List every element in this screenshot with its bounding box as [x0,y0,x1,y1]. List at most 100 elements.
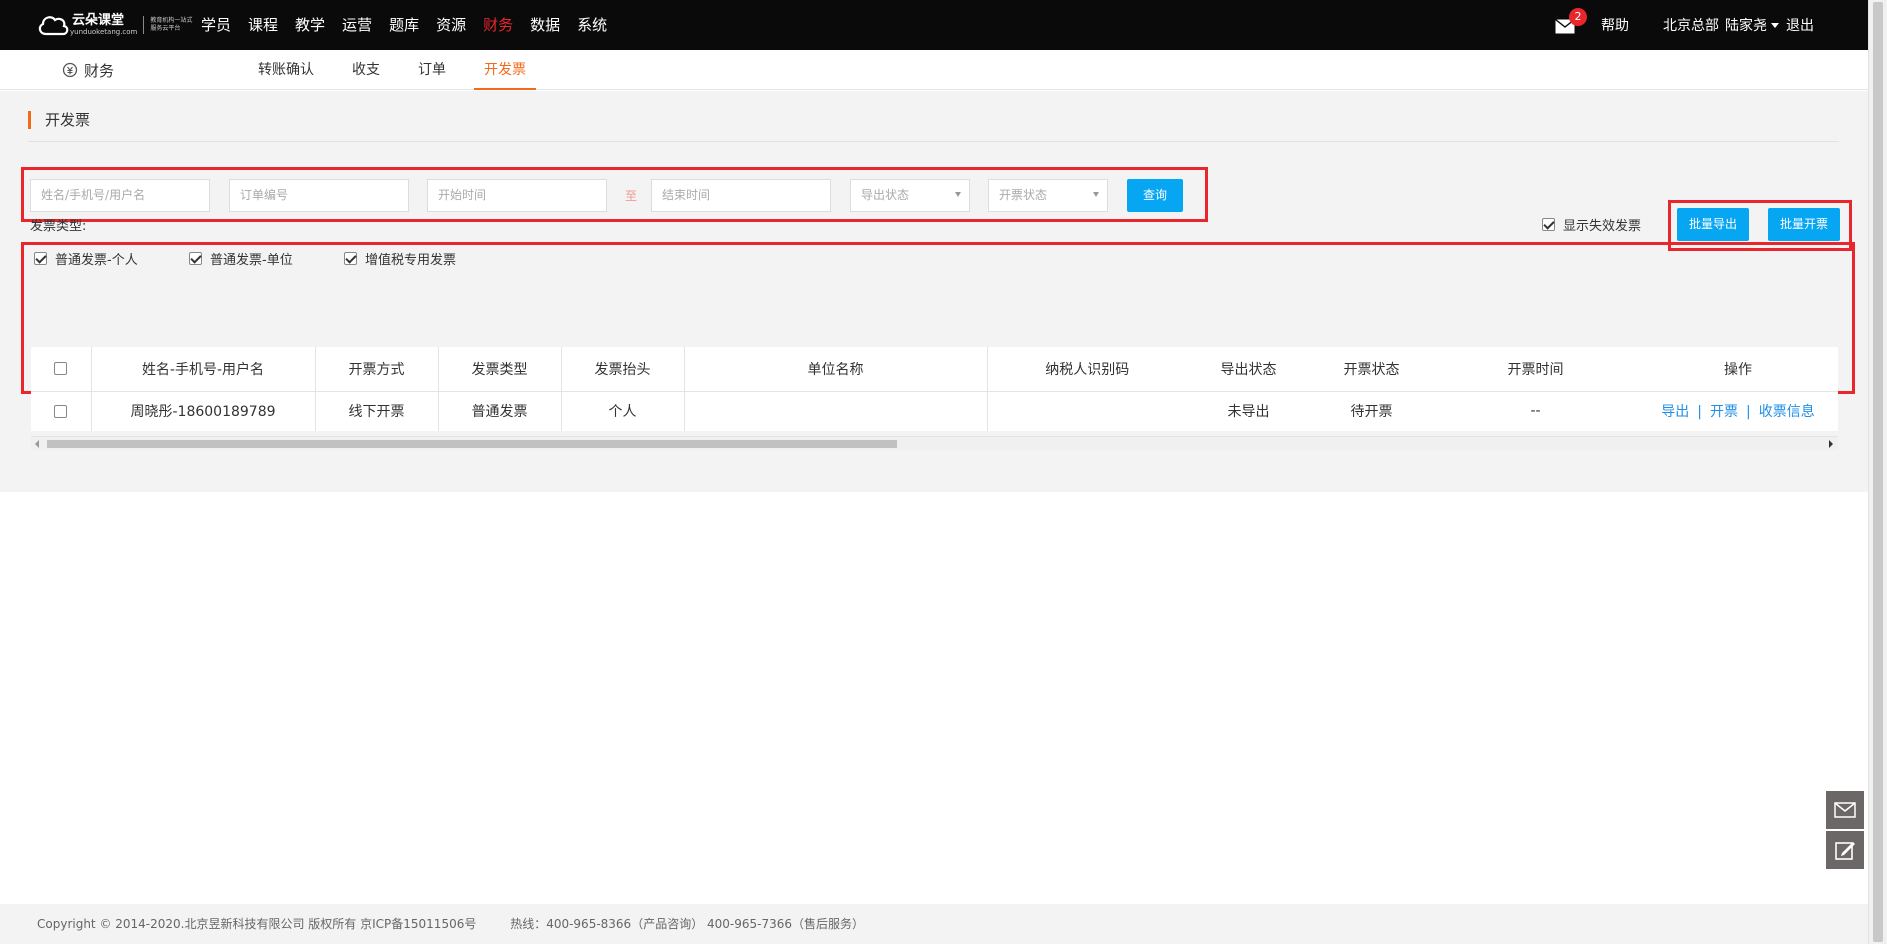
messages-button[interactable]: 2 [1555,8,1587,34]
help-link[interactable]: 帮助 [1601,15,1629,35]
cell-name: 周晓彤-18600189789 [91,391,316,431]
export-status-select[interactable]: 导出状态 [850,179,970,212]
tab-orders[interactable]: 订单 [408,50,456,90]
main-content: 开发票 姓名/手机号/用户名 订单编号 开始时间 至 结束时间 导出状态 开票状… [0,91,1868,492]
action-separator: | [1746,404,1751,421]
invoice-type-personal-checkbox[interactable] [34,252,47,265]
mail-icon [1834,802,1856,818]
order-number-input[interactable]: 订单编号 [229,179,409,212]
invoice-status-label: 开票状态 [999,188,1048,202]
invoice-type-personal[interactable]: 普通发票-个人 [34,249,138,268]
main-nav: 学员 课程 教学 运营 题库 资源 财务 数据 系统 [201,0,624,50]
select-all-cell [31,347,92,392]
message-count-badge: 2 [1569,8,1587,26]
end-time-input[interactable]: 结束时间 [651,179,831,212]
table-horizontal-scrollbar[interactable] [31,436,1838,450]
footer: Copyright © 2014-2020.北京昱新科技有限公司 版权所有 京I… [0,904,1868,944]
cloud-logo-icon [36,12,70,38]
tab-invoicing[interactable]: 开发票 [474,50,536,90]
nav-item-data[interactable]: 数据 [530,0,560,50]
sub-navbar: 财务 转账确认 收支 订单 开发票 [0,50,1868,90]
top-navbar: 云朵课堂 yunduoketang.com 教育机构一站式服务云平台 学员 课程… [0,0,1868,50]
invoice-type-company[interactable]: 普通发票-单位 [189,249,293,268]
feedback-button[interactable] [1826,831,1864,869]
logo-slogan: 教育机构一站式服务云平台 [150,17,193,32]
scroll-thumb[interactable] [47,440,897,448]
column-header-invoice-time: 开票时间 [1433,347,1638,392]
show-invalid-toggle[interactable]: 显示失效发票 [1542,215,1641,234]
column-header-actions: 操作 [1638,347,1838,392]
page-scroll-thumb[interactable] [1873,2,1883,942]
invoice-status-select[interactable]: 开票状态 [988,179,1108,212]
nav-item-question-bank[interactable]: 题库 [389,0,419,50]
finance-icon [62,62,78,78]
nav-item-finance[interactable]: 财务 [483,0,513,50]
column-header-tax-id: 纳税人识别码 [987,347,1187,392]
export-status-label: 导出状态 [861,188,910,202]
nav-item-system[interactable]: 系统 [577,0,607,50]
row-checkbox[interactable] [54,404,68,418]
show-invalid-checkbox[interactable] [1542,218,1555,231]
column-header-export-status: 导出状态 [1187,347,1310,392]
invoice-type-personal-label: 普通发票-个人 [55,253,138,268]
cell-invoice-time: -- [1433,391,1638,431]
select-all-checkbox[interactable] [54,362,68,376]
scroll-left-arrow-icon[interactable] [35,440,39,448]
dropdown-arrow-icon [955,192,961,197]
query-button[interactable]: 查询 [1127,179,1183,212]
logo-name: 云朵课堂 [72,13,125,28]
page-title: 开发票 [28,111,90,129]
name-search-input[interactable]: 姓名/手机号/用户名 [30,179,210,212]
issue-invoice-link[interactable]: 开票 [1710,404,1738,420]
nav-item-resources[interactable]: 资源 [436,0,466,50]
chevron-down-icon[interactable] [1771,22,1779,28]
nav-item-students[interactable]: 学员 [201,0,231,50]
user-name[interactable]: 陆家尧 [1725,15,1767,35]
tab-transfer-confirm[interactable]: 转账确认 [248,50,324,90]
scroll-right-arrow-icon[interactable] [1829,440,1833,448]
invoice-type-vat-checkbox[interactable] [344,252,357,265]
contact-mail-button[interactable] [1826,791,1864,829]
footer-copyright: Copyright © 2014-2020.北京昱新科技有限公司 版权所有 京I… [37,917,477,931]
tab-income-expense[interactable]: 收支 [342,50,390,90]
table-header-row: 姓名-手机号-用户名 开票方式 发票类型 发票抬头 单位名称 纳税人识别码 导出… [31,347,1838,392]
logout-link[interactable]: 退出 [1786,15,1814,35]
column-header-title: 发票抬头 [561,347,685,392]
logo-divider [143,16,145,34]
invoice-type-company-checkbox[interactable] [189,252,202,265]
cell-company [684,391,988,431]
start-time-input[interactable]: 开始时间 [427,179,607,212]
cell-tax-id [987,391,1187,431]
column-header-name: 姓名-手机号-用户名 [91,347,316,392]
invoice-type-vat-label: 增值税专用发票 [365,253,457,268]
date-range-separator: 至 [625,189,638,203]
invoice-table: 姓名-手机号-用户名 开票方式 发票类型 发票抬头 单位名称 纳税人识别码 导出… [31,347,1838,431]
column-header-company: 单位名称 [684,347,988,392]
invoice-type-company-label: 普通发票-单位 [210,253,293,268]
module-label: 财务 [84,61,115,80]
export-link[interactable]: 导出 [1661,404,1689,420]
nav-item-teaching[interactable]: 教学 [295,0,325,50]
receipt-info-link[interactable]: 收票信息 [1759,404,1815,420]
org-name: 北京总部 [1663,18,1719,34]
nav-item-courses[interactable]: 课程 [248,0,278,50]
edit-icon [1835,842,1855,860]
show-invalid-label: 显示失效发票 [1563,219,1642,234]
cell-export-status: 未导出 [1187,391,1310,431]
invoice-type-label: 发票类型: [30,219,87,234]
column-header-method: 开票方式 [315,347,439,392]
cell-title: 个人 [561,391,685,431]
batch-export-button[interactable]: 批量导出 [1677,208,1749,241]
module-title: 财务 [62,50,114,90]
cell-type: 普通发票 [438,391,562,431]
nav-item-operations[interactable]: 运营 [342,0,372,50]
finance-tabs: 转账确认 收支 订单 开发票 [248,50,554,90]
title-divider [28,141,1839,142]
logo-domain: yunduoketang.com [70,28,138,36]
batch-invoice-button[interactable]: 批量开票 [1768,208,1840,241]
invoice-type-vat[interactable]: 增值税专用发票 [344,249,456,268]
page-vertical-scrollbar[interactable] [1868,0,1887,944]
cell-method: 线下开票 [315,391,439,431]
column-header-type: 发票类型 [438,347,562,392]
logo[interactable]: 云朵课堂 yunduoketang.com 教育机构一站式服务云平台 [36,9,196,41]
